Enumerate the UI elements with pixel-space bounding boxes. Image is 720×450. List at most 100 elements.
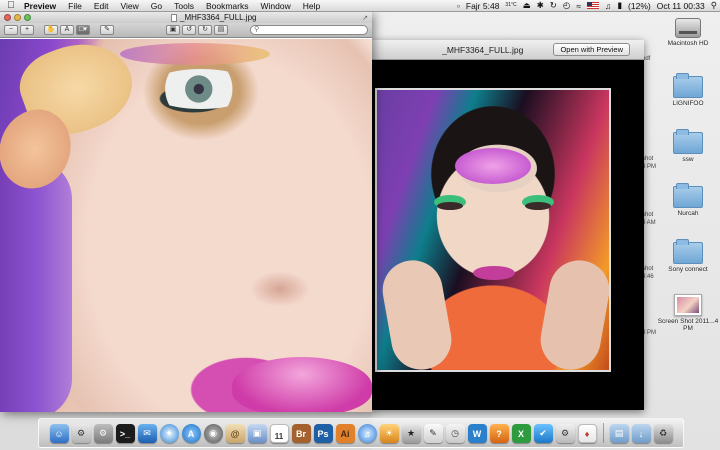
- preview-toolbar: − + ✋ A □▾ ✎ ▣ ↺ ↻ ▤ ⚲: [0, 23, 372, 38]
- document-proxy-icon[interactable]: [171, 13, 177, 22]
- photo-eye-left: [437, 202, 463, 210]
- desktop-icon-folder[interactable]: ssw: [656, 129, 720, 163]
- address-book-icon[interactable]: @: [225, 424, 245, 443]
- photo-nose-shadow: [250, 271, 310, 307]
- folder-icon: [673, 183, 703, 208]
- app-store-icon[interactable]: A: [181, 424, 201, 443]
- quicklook-image: [375, 88, 611, 372]
- fullscreen-icon[interactable]: ↗: [362, 14, 368, 22]
- menu-app-name[interactable]: Preview: [18, 1, 62, 11]
- menu-file[interactable]: File: [62, 1, 88, 11]
- safari-icon[interactable]: ✦: [159, 424, 179, 443]
- apple-menu-icon[interactable]: : [4, 0, 18, 11]
- adobe-photoshop-icon[interactable]: Ps: [313, 424, 333, 443]
- microsoft-word-icon[interactable]: W: [467, 424, 487, 443]
- terminal-icon[interactable]: >_: [115, 424, 135, 443]
- preview-window: _MHF3364_FULL.jpg ↗ − + ✋ A □▾ ✎ ▣ ↺ ↻ ▤…: [0, 12, 372, 412]
- imovie-icon[interactable]: ★: [401, 424, 421, 443]
- dashboard-icon[interactable]: ⚙: [71, 424, 91, 443]
- itunes-store-icon[interactable]: ◷: [445, 424, 465, 443]
- quicklook-titlebar[interactable]: _MHF3364_FULL.jpg Open with Preview: [372, 40, 644, 60]
- menu-help[interactable]: Help: [297, 1, 326, 11]
- bluetooth-icon[interactable]: ✱: [534, 0, 547, 11]
- photo-lips: [232, 357, 372, 412]
- text-tool-button[interactable]: A: [60, 25, 74, 35]
- menu-clock[interactable]: Oct 11 00:33: [654, 1, 708, 11]
- minimize-window-button[interactable]: [14, 14, 21, 21]
- adobe-bridge-icon[interactable]: Br: [291, 424, 311, 443]
- itunes-icon[interactable]: ♫: [357, 424, 377, 443]
- applications-stack-icon[interactable]: ▤: [609, 424, 629, 443]
- desktop-icon-label: Sony connect: [668, 266, 708, 273]
- folder-icon: [673, 239, 703, 264]
- eject-icon[interactable]: ⏏: [520, 0, 534, 11]
- excel-label: X: [517, 428, 524, 439]
- open-with-preview-button[interactable]: Open with Preview: [553, 43, 630, 56]
- sidebar-toggle-button[interactable]: ▤: [214, 25, 228, 35]
- microsoft-excel-icon[interactable]: X: [511, 424, 531, 443]
- downloads-stack-icon[interactable]: ↓: [631, 424, 651, 443]
- spotlight-search-icon[interactable]: ⚲: [708, 0, 720, 11]
- sliver-label: 4 AM: [642, 220, 656, 226]
- adobe-illustrator-icon[interactable]: Ai: [335, 424, 355, 443]
- desktop-icon-label: Nurcah: [677, 210, 699, 217]
- menu-bar:  Preview File Edit View Go Tools Bookma…: [0, 0, 720, 12]
- zoom-in-button[interactable]: +: [20, 25, 34, 35]
- menu-view[interactable]: View: [115, 1, 145, 11]
- mail-icon[interactable]: ✉: [137, 424, 157, 443]
- desktop-icon-screenshot[interactable]: Screen Shot 2011...4 PM: [656, 294, 720, 332]
- help-icon[interactable]: ?: [489, 424, 509, 443]
- utility-app-icon[interactable]: ⚙: [555, 424, 575, 443]
- sliver-label: 4 PM: [642, 164, 657, 170]
- system-preferences-icon[interactable]: ⚙: [93, 424, 113, 443]
- time-machine-icon[interactable]: ◴: [560, 0, 573, 11]
- trash-icon[interactable]: ♻: [653, 424, 673, 443]
- pdf-document-icon[interactable]: ♦: [577, 424, 597, 443]
- photo-eye-makeup: [120, 43, 270, 65]
- input-flag-icon[interactable]: [586, 2, 599, 9]
- menu-edit[interactable]: Edit: [88, 1, 115, 11]
- window-controls: [4, 14, 31, 21]
- textedit-icon[interactable]: ✎: [423, 424, 443, 443]
- zoom-window-button[interactable]: [24, 14, 31, 21]
- annotate-button[interactable]: ✎: [100, 25, 114, 35]
- weather-status[interactable]: 31°C: [502, 3, 519, 8]
- menu-bookmarks[interactable]: Bookmarks: [200, 1, 255, 11]
- close-window-button[interactable]: [4, 14, 11, 21]
- desktop-icon-folder[interactable]: LIGNIFOO: [656, 73, 720, 107]
- wifi-icon[interactable]: ≈: [573, 1, 584, 11]
- rotate-right-button[interactable]: ↻: [198, 25, 212, 35]
- prayer-time-status[interactable]: Fajr 5:48: [463, 1, 503, 11]
- battery-percent[interactable]: (12%): [625, 1, 654, 11]
- search-input[interactable]: ⚲: [250, 25, 368, 35]
- move-tool-button[interactable]: ✋: [44, 25, 58, 35]
- iphoto-icon[interactable]: ☀: [379, 424, 399, 443]
- preview-image: [0, 39, 372, 412]
- finder-icon[interactable]: ☺: [49, 424, 69, 443]
- dock-separator: [602, 423, 604, 443]
- window-title-text: _MHF3364_FULL.jpg: [180, 13, 257, 22]
- menu-go[interactable]: Go: [145, 1, 168, 11]
- desktop-icon-macintosh-hd[interactable]: Macintosh HD: [656, 18, 720, 47]
- rotate-left-button[interactable]: ↺: [182, 25, 196, 35]
- sync-icon[interactable]: ↻: [547, 0, 560, 11]
- menu-tools[interactable]: Tools: [168, 1, 200, 11]
- zoom-out-button[interactable]: −: [4, 25, 18, 35]
- camera-icon[interactable]: ◉: [203, 424, 223, 443]
- desktop-icon-label: LIGNIFOO: [672, 100, 704, 107]
- desktop-icon-folder[interactable]: Sony connect: [656, 239, 720, 273]
- volume-icon[interactable]: ♫: [602, 1, 614, 11]
- photo-petal: [455, 148, 531, 184]
- battery-icon[interactable]: ▮: [614, 0, 625, 11]
- photo-hand-left: [377, 255, 457, 370]
- desktop-icon-folder[interactable]: Nurcah: [656, 183, 720, 217]
- twitter-icon[interactable]: ✔: [533, 424, 553, 443]
- preview-titlebar[interactable]: _MHF3364_FULL.jpg ↗: [0, 12, 372, 23]
- select-tool-button[interactable]: □▾: [76, 25, 90, 35]
- photo-eye: [146, 69, 256, 109]
- preview-app-icon[interactable]: ▣: [247, 424, 267, 443]
- ical-icon[interactable]: 11: [269, 424, 289, 443]
- tray-app-icon[interactable]: ▫: [454, 1, 463, 11]
- single-page-view-button[interactable]: ▣: [166, 25, 180, 35]
- menu-window[interactable]: Window: [254, 1, 296, 11]
